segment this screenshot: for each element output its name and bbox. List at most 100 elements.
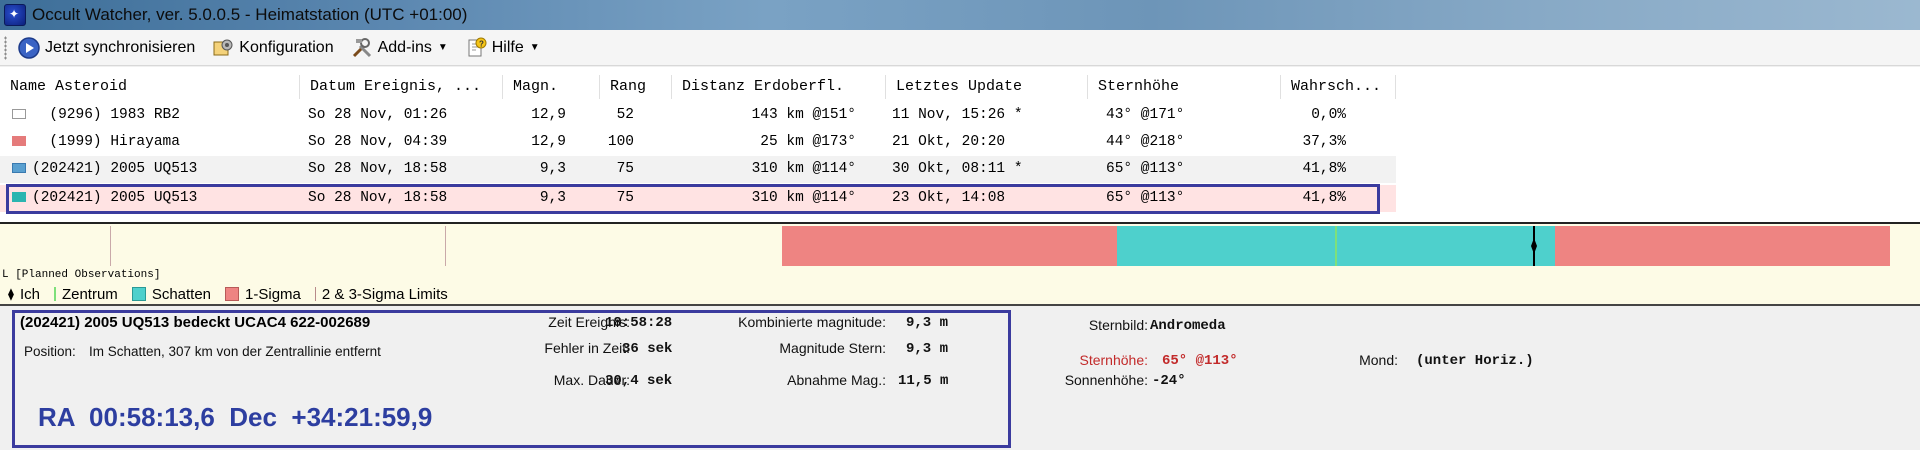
cell-last-update: 30 Okt, 08:11 *	[892, 161, 1023, 177]
sync-icon	[17, 36, 41, 60]
cell-distance: 310 km @114°	[751, 190, 856, 206]
col-header-date[interactable]: Datum Ereignis, ...	[300, 75, 503, 99]
col-header-last-update[interactable]: Letztes Update	[886, 75, 1088, 99]
cell-probability: 0,0%	[1311, 107, 1346, 123]
sigma1-band-right	[1555, 226, 1890, 266]
cell-probability: 37,3%	[1302, 134, 1346, 150]
config-button[interactable]: Konfiguration	[209, 33, 335, 63]
sigma-swatch-icon	[225, 287, 240, 301]
sun-alt-value: -24°	[1152, 373, 1186, 389]
tools-icon	[350, 36, 374, 60]
mag-drop-value: 11,5 m	[898, 373, 949, 389]
constellation-value: Andromeda	[1150, 318, 1226, 334]
ra-dec-readout: RA 00:58:13,6 Dec +34:21:59,9	[38, 402, 433, 432]
col-header-star-alt[interactable]: Sternhöhe	[1088, 75, 1281, 99]
observer-icon: ⧫	[8, 287, 14, 301]
row-color-swatch	[12, 192, 26, 203]
row-color-swatch	[12, 109, 26, 120]
config-label: Konfiguration	[239, 38, 334, 56]
cell-mag: 9,3	[539, 161, 566, 177]
table-header: Name Asteroid Datum Ereignis, ... Magn. …	[0, 75, 1396, 99]
legend-center: Zentrum	[53, 285, 118, 303]
star-mag-label: Magnitude Stern:	[779, 340, 886, 356]
path-timeline[interactable]	[0, 222, 1920, 266]
events-table: Name Asteroid Datum Ereignis, ... Magn. …	[0, 67, 1920, 222]
cell-name: (1999) Hirayama	[32, 134, 180, 150]
cell-name: (9296) 1983 RB2	[32, 107, 180, 123]
cell-rank: 75	[616, 190, 634, 206]
col-header-distance[interactable]: Distanz Erdoberfl.	[672, 75, 886, 99]
sync-button[interactable]: Jetzt synchronisieren	[15, 33, 197, 63]
event-heading: (202421) 2005 UQ513 bedeckt UCAC4 622-00…	[20, 314, 371, 331]
time-error-value: 36 sek	[622, 341, 673, 357]
table-row-selected[interactable]: (202421) 2005 UQ513 So 28 Nov, 18:58 9,3…	[0, 185, 1396, 212]
cell-probability: 41,8%	[1302, 190, 1346, 206]
observer-marker	[1531, 226, 1537, 266]
row-color-swatch	[12, 136, 26, 147]
cell-date: So 28 Nov, 18:58	[308, 190, 448, 206]
star-alt-label: Sternhöhe:	[1079, 352, 1149, 368]
row-color-swatch	[12, 163, 26, 174]
cell-rank: 100	[607, 134, 634, 150]
moon-label: Mond:	[1359, 352, 1398, 368]
cell-name: (202421) 2005 UQ513	[32, 161, 198, 177]
toolbar: Jetzt synchronisieren Konfiguration Add-…	[0, 30, 1920, 66]
center-line	[1335, 226, 1337, 266]
mag-drop-label: Abnahme Mag.:	[787, 372, 886, 388]
legend-shadow-label: Schatten	[151, 285, 212, 303]
shadow-swatch-icon	[131, 287, 146, 301]
cell-date: So 28 Nov, 01:26	[308, 107, 448, 123]
col-header-mag[interactable]: Magn.	[503, 75, 600, 99]
chevron-down-icon: ▼	[437, 42, 448, 53]
col-header-rank[interactable]: Rang	[600, 75, 672, 99]
toolbar-grip[interactable]	[4, 35, 7, 60]
title-bar: Occult Watcher, ver. 5.0.0.5 - Heimatsta…	[0, 0, 1920, 30]
tick-mark	[445, 226, 446, 266]
cell-rank: 75	[616, 161, 634, 177]
addins-menu[interactable]: Add-ins ▼	[348, 33, 450, 63]
cell-rank: 52	[616, 107, 634, 123]
col-header-probability[interactable]: Wahrsch...	[1281, 75, 1396, 99]
moon-value: (unter Horiz.)	[1416, 353, 1534, 369]
legend-me-label: Ich	[19, 285, 40, 303]
max-duration-value: 30,4 sek	[605, 373, 673, 389]
position-label: Position:	[24, 344, 76, 359]
cell-last-update: 11 Nov, 15:26 *	[892, 107, 1023, 123]
cell-star-alt: 65° @113°	[1106, 161, 1185, 177]
table-row[interactable]: (202421) 2005 UQ513 So 28 Nov, 18:58 9,3…	[0, 156, 1396, 183]
cell-star-alt: 65° @113°	[1106, 190, 1185, 206]
tick-mark	[110, 226, 111, 266]
sun-alt-label: Sonnenhöhe:	[1064, 372, 1148, 388]
cell-date: So 28 Nov, 04:39	[308, 134, 448, 150]
legend-sigma23: 2 & 3-Sigma Limits	[314, 285, 448, 303]
help-menu[interactable]: ? Hilfe ▼	[462, 33, 542, 63]
legend-sigma1-label: 1-Sigma	[245, 285, 301, 303]
help-label: Hilfe	[491, 38, 524, 56]
table-row[interactable]: (9296) 1983 RB2 So 28 Nov, 01:26 12,9 52…	[0, 102, 1396, 129]
chevron-down-icon: ▼	[529, 42, 540, 53]
timeline-legend: ⧫ Ich Zentrum Schatten 1-Sigma 2 & 3-Sig…	[0, 284, 1920, 304]
legend-sigma23-label: 2 & 3-Sigma Limits	[321, 285, 448, 303]
event-time-value: 18:58:28	[605, 315, 673, 331]
cell-date: So 28 Nov, 18:58	[308, 161, 448, 177]
col-header-name[interactable]: Name Asteroid	[0, 75, 300, 99]
cell-last-update: 23 Okt, 14:08	[892, 190, 1006, 206]
combined-mag-value: 9,3 m	[906, 315, 949, 331]
svg-text:?: ?	[479, 39, 484, 48]
cell-probability: 41,8%	[1302, 161, 1346, 177]
legend-shadow: Schatten	[131, 285, 212, 303]
time-error-label: Fehler in Zeit:	[544, 340, 630, 356]
sigma-limit-icon	[314, 287, 316, 301]
legend-sigma1: 1-Sigma	[225, 286, 301, 303]
cell-mag: 12,9	[531, 107, 566, 123]
help-icon: ?	[464, 36, 488, 60]
cell-star-alt: 44° @218°	[1106, 134, 1185, 150]
cell-distance: 25 km @173°	[760, 134, 856, 150]
planned-observations-label: L [Planned Observations]	[0, 266, 1920, 284]
center-line-icon	[53, 287, 56, 301]
legend-center-label: Zentrum	[61, 285, 118, 303]
cell-distance: 310 km @114°	[751, 161, 856, 177]
legend-me: ⧫ Ich	[8, 286, 40, 303]
cell-mag: 12,9	[531, 134, 566, 150]
table-row[interactable]: (1999) Hirayama So 28 Nov, 04:39 12,9 10…	[0, 129, 1396, 156]
